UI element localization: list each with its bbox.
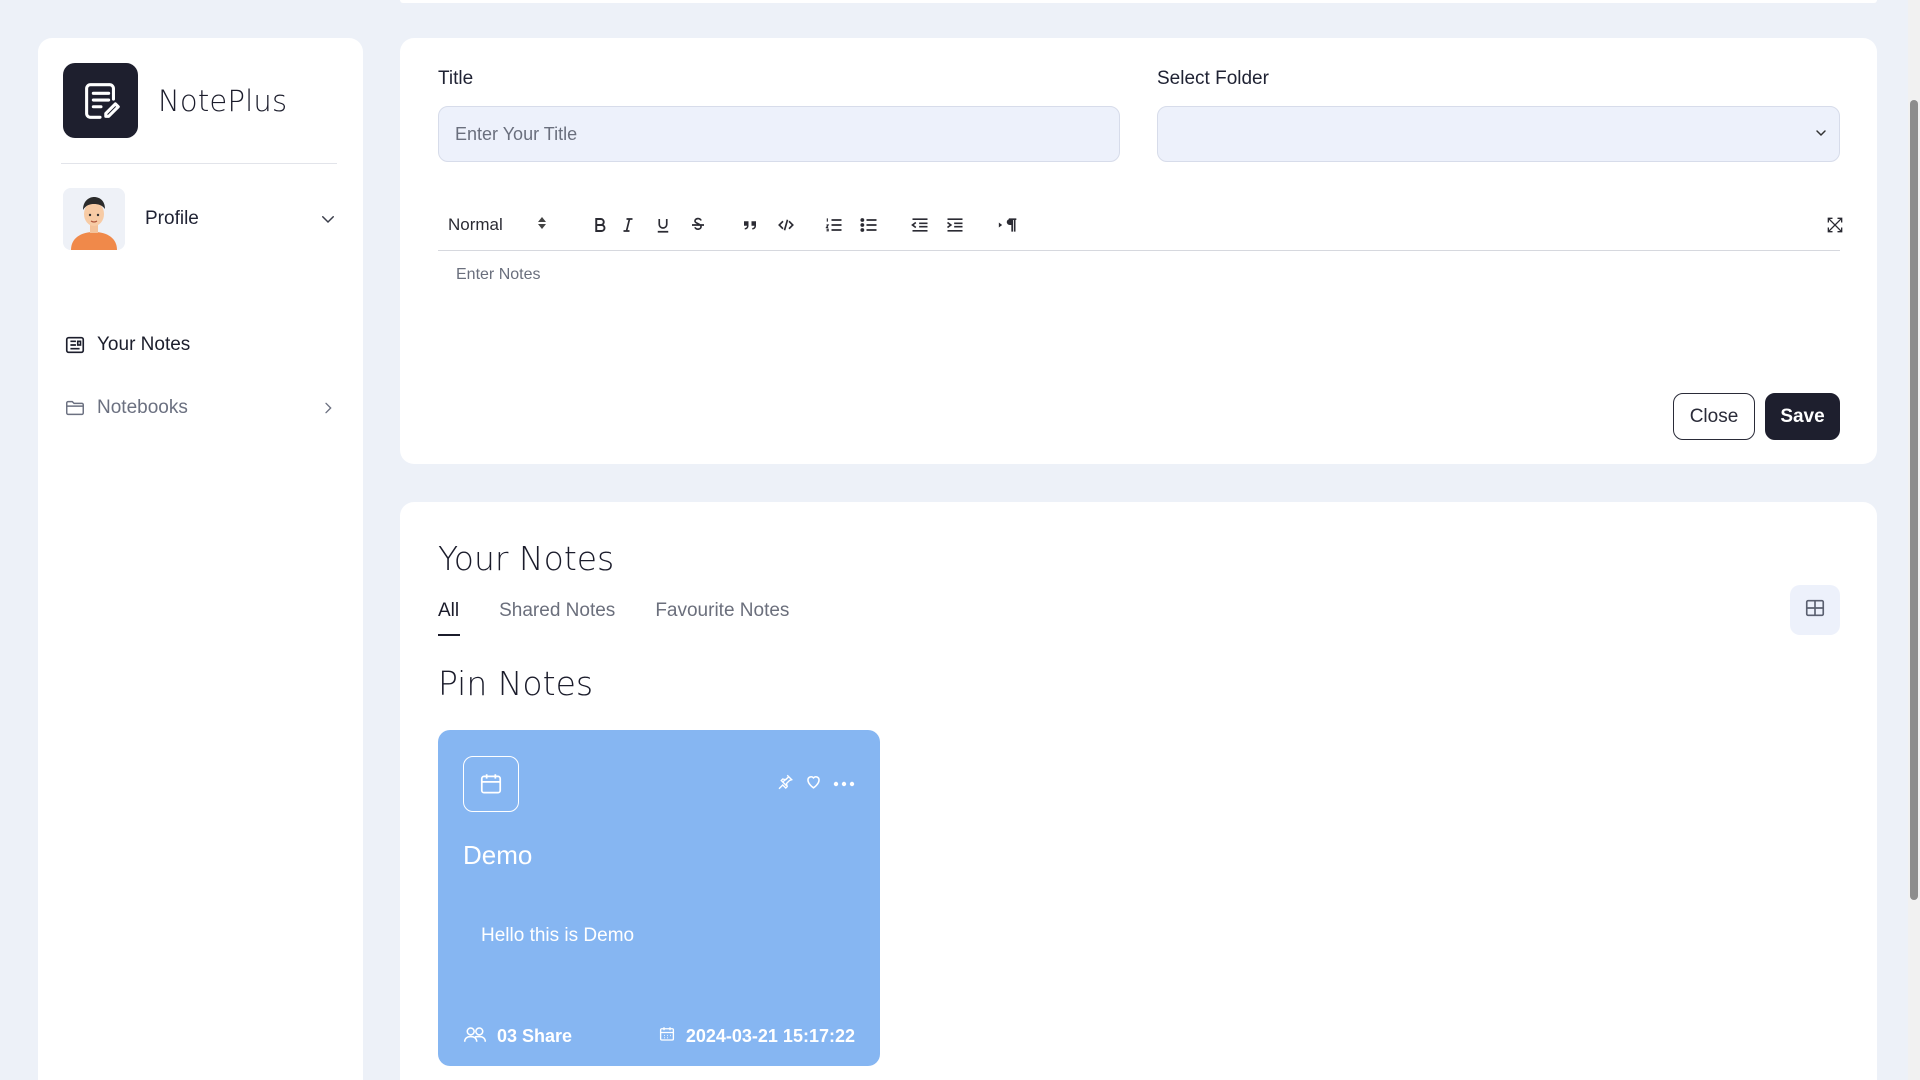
chevron-down-icon (1813, 125, 1829, 146)
chevron-right-icon (317, 397, 339, 419)
folder-icon (63, 396, 87, 420)
sidebar-item-notebooks[interactable]: Notebooks (63, 388, 339, 428)
ordered-list-icon[interactable] (820, 211, 848, 239)
top-card-edge (400, 0, 1877, 3)
sidebar: NotePlus Profile Your Notes Notebooks (38, 38, 363, 1080)
note-timestamp: 2024-03-21 15:17:22 (685, 1026, 855, 1046)
note-editor: Title Select Folder Normal (400, 38, 1877, 464)
app-name: NotePlus (158, 83, 288, 118)
avatar (63, 188, 125, 250)
tab-all[interactable]: All (438, 600, 461, 636)
grid-view-button[interactable] (1790, 585, 1840, 635)
tab-favourite-notes[interactable]: Favourite Notes (655, 600, 789, 636)
chevron-down-icon (317, 208, 339, 230)
scrollbar-thumb[interactable] (1910, 100, 1918, 900)
profile-dropdown[interactable]: Profile (63, 188, 339, 250)
fullscreen-icon[interactable] (1821, 211, 1849, 239)
paragraph-direction-icon[interactable] (994, 211, 1022, 239)
up-down-arrows-icon (537, 215, 547, 235)
notes-icon (63, 333, 87, 357)
save-button[interactable]: Save (1765, 393, 1840, 440)
sidebar-item-label: Your Notes (97, 334, 191, 355)
quote-icon[interactable] (736, 211, 764, 239)
title-label: Title (438, 68, 474, 89)
users-icon (463, 1025, 487, 1048)
page-title: Your Notes (438, 539, 615, 578)
close-button[interactable]: Close (1673, 393, 1755, 440)
folder-label: Select Folder (1157, 68, 1269, 89)
note-card[interactable]: Demo Hello this is Demo 03 Share 2024-03… (438, 730, 880, 1066)
note-share[interactable]: 03 Share (463, 1025, 572, 1048)
italic-icon[interactable] (614, 211, 642, 239)
more-options-icon[interactable] (833, 775, 855, 793)
note-body: Hello this is Demo (481, 925, 635, 946)
calendar-icon (463, 756, 519, 812)
brand[interactable]: NotePlus (63, 63, 287, 138)
title-input[interactable] (438, 106, 1120, 162)
note-share-count: 03 Share (497, 1026, 573, 1046)
notes-panel: Your Notes All Shared Notes Favourite No… (400, 502, 1877, 1080)
profile-label: Profile (145, 208, 199, 229)
sidebar-item-label: Notebooks (97, 397, 188, 418)
notes-tabs: All Shared Notes Favourite Notes (438, 600, 829, 636)
section-title: Pin Notes (438, 664, 594, 703)
note-title: Demo (463, 840, 533, 870)
bold-icon[interactable] (586, 211, 614, 239)
bullet-list-icon[interactable] (855, 211, 883, 239)
code-icon[interactable] (772, 211, 800, 239)
format-select[interactable]: Normal (448, 211, 558, 239)
notes-editor-area[interactable]: Enter Notes (438, 266, 540, 284)
scrollbar[interactable] (1908, 0, 1920, 1080)
divider (61, 163, 337, 164)
format-select-value: Normal (448, 215, 503, 234)
notes-placeholder: Enter Notes (456, 266, 541, 283)
note-actions (776, 772, 855, 796)
outdent-icon[interactable] (906, 211, 934, 239)
editor-toolbar: Normal (438, 203, 1843, 251)
folder-select[interactable] (1157, 106, 1840, 162)
pin-icon[interactable] (776, 773, 794, 796)
grid-icon (1804, 597, 1826, 624)
underline-icon[interactable] (649, 211, 677, 239)
heart-icon[interactable] (804, 772, 823, 796)
indent-icon[interactable] (941, 211, 969, 239)
calendar-icon (658, 1025, 676, 1048)
note-edit-logo-icon (63, 63, 138, 138)
sidebar-item-your-notes[interactable]: Your Notes (63, 325, 339, 365)
strikethrough-icon[interactable] (684, 211, 712, 239)
tab-shared-notes[interactable]: Shared Notes (499, 600, 615, 636)
note-date: 2024-03-21 15:17:22 (658, 1025, 855, 1048)
